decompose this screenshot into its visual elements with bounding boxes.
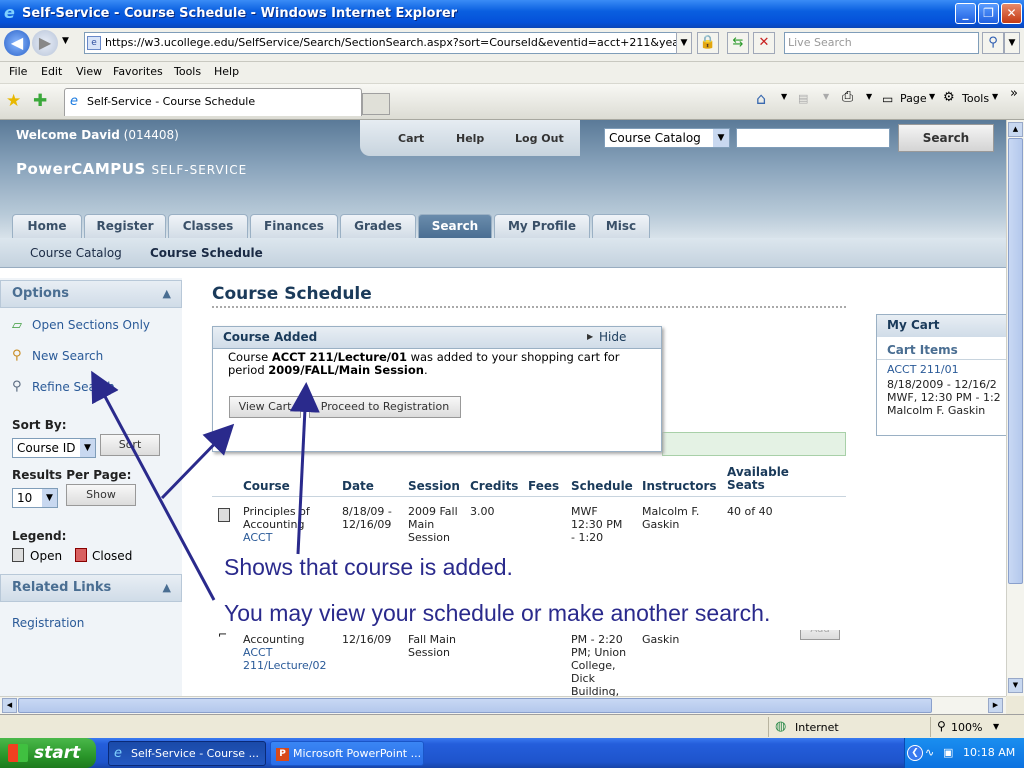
window-title: Self-Service - Course Schedule - Windows… [22, 6, 458, 21]
url-dropdown-icon[interactable]: ▼ [676, 32, 692, 54]
print-icon[interactable]: ⎙ [842, 89, 853, 105]
menu-tools[interactable]: Tools [174, 65, 201, 78]
home-icon[interactable]: ⌂ [756, 89, 766, 108]
maximize-button[interactable]: ❐ [978, 3, 999, 24]
tab-title: Self-Service - Course Schedule [87, 95, 256, 108]
tray-network-icon[interactable]: ∿ [925, 738, 934, 768]
forward-button[interactable]: ▶ [32, 30, 58, 56]
annotation-arrows [91, 370, 320, 601]
favorites-star-icon[interactable]: ★ [6, 91, 21, 111]
taskbar-item-powerpoint[interactable]: P Microsoft PowerPoint ... [270, 741, 424, 766]
powerpoint-icon: P [276, 748, 289, 761]
page-dropdown-icon[interactable]: ▼ [929, 92, 935, 101]
print-dropdown-icon[interactable]: ▼ [866, 92, 872, 101]
minimize-button[interactable]: _ [955, 3, 976, 24]
status-bar: ◍ Internet ⚲ 100% ▼ [0, 714, 1024, 738]
new-tab-button[interactable] [362, 93, 390, 115]
tray-display-icon[interactable]: ▣ [943, 738, 953, 768]
menu-view[interactable]: View [76, 65, 102, 78]
url-text: https://w3.ucollege.edu/SelfService/Sear… [105, 36, 692, 49]
taskbar-item-ppt-label: Microsoft PowerPoint ... [293, 747, 422, 760]
menu-favorites[interactable]: Favorites [113, 65, 163, 78]
menu-bar: File Edit View Favorites Tools Help [0, 62, 1024, 84]
start-button[interactable]: start [0, 738, 96, 768]
back-button[interactable]: ◀ [4, 30, 30, 56]
web-content: Welcome David (014408) Cart Help Log Out… [0, 120, 1006, 696]
arrow-to-view-cart [160, 423, 235, 500]
start-label: start [34, 743, 81, 763]
search-icon[interactable]: ⚲ [982, 32, 1004, 54]
zoom-icon: ⚲ [937, 719, 946, 733]
window-titlebar: e Self-Service - Course Schedule - Windo… [0, 0, 1024, 28]
page-menu-icon[interactable]: ▭ [882, 92, 893, 106]
hscroll-thumb[interactable] [18, 698, 932, 713]
scroll-down-icon[interactable]: ▼ [1008, 678, 1023, 693]
browser-tab[interactable]: e Self-Service - Course Schedule [64, 88, 362, 116]
arrow-to-course-added [289, 382, 320, 555]
page-menu[interactable]: Page [900, 92, 927, 105]
taskbar-item-ie-label: Self-Service - Course ... [131, 747, 260, 760]
zoom-panel[interactable]: ⚲ 100% ▼ [930, 717, 1024, 737]
add-favorite-icon[interactable]: ✚ [33, 91, 47, 111]
scroll-thumb[interactable] [1008, 138, 1023, 584]
chevron-more-icon[interactable]: » [1010, 86, 1018, 101]
arrow-to-new-search [91, 370, 216, 601]
horizontal-scrollbar[interactable]: ◀ ▶ [0, 696, 1006, 714]
scroll-right-icon[interactable]: ▶ [988, 698, 1003, 713]
tools-dropdown-icon[interactable]: ▼ [992, 92, 998, 101]
tools-gear-icon[interactable]: ⚙ [943, 90, 955, 105]
ie-logo-icon: e [4, 3, 15, 22]
windows-flag-icon [8, 744, 28, 762]
scroll-left-icon[interactable]: ◀ [2, 698, 17, 713]
lock-icon[interactable]: 🔒 [697, 32, 719, 54]
tab-ie-icon: e [70, 94, 78, 109]
search-options-icon[interactable]: ▼ [1004, 32, 1020, 54]
address-toolbar: ◀ ▶ ▼ e https://w3.ucollege.edu/SelfServ… [0, 28, 1024, 62]
page-icon: e [87, 36, 101, 50]
history-dropdown-icon[interactable]: ▼ [62, 36, 69, 46]
scroll-up-icon[interactable]: ▲ [1008, 122, 1023, 137]
stop-icon[interactable]: ✕ [753, 32, 775, 54]
zoom-text: 100% [951, 721, 983, 734]
vertical-scrollbar[interactable]: ▲ ▼ [1006, 120, 1024, 696]
tools-menu[interactable]: Tools [962, 92, 989, 105]
feeds-dropdown-icon[interactable]: ▼ [823, 92, 829, 101]
zone-panel: ◍ Internet [768, 717, 928, 737]
zone-text: Internet [795, 721, 839, 734]
feeds-icon[interactable]: ▤ [798, 92, 808, 105]
taskbar: start e Self-Service - Course ... P Micr… [0, 738, 1024, 768]
home-dropdown-icon[interactable]: ▼ [781, 92, 787, 101]
system-tray: ❮ ∿ ▣ 10:18 AM [904, 738, 1024, 768]
clock: 10:18 AM [963, 746, 1016, 759]
url-field[interactable]: e https://w3.ucollege.edu/SelfService/Se… [84, 32, 692, 54]
zoom-dropdown-icon[interactable]: ▼ [993, 722, 999, 731]
ie-taskbar-icon: e [114, 746, 122, 761]
close-button[interactable]: ✕ [1001, 3, 1022, 24]
refresh-icon[interactable]: ⇆ [727, 32, 749, 54]
taskbar-item-ie[interactable]: e Self-Service - Course ... [108, 741, 266, 766]
menu-file[interactable]: File [9, 65, 27, 78]
globe-icon: ◍ [775, 719, 787, 734]
live-search-input[interactable]: Live Search [784, 32, 979, 54]
menu-edit[interactable]: Edit [41, 65, 62, 78]
menu-help[interactable]: Help [214, 65, 239, 78]
tray-collapse-icon[interactable]: ❮ [907, 745, 923, 761]
browser-tab-bar: ★ ✚ e Self-Service - Course Schedule ⌂ ▼… [0, 84, 1024, 120]
